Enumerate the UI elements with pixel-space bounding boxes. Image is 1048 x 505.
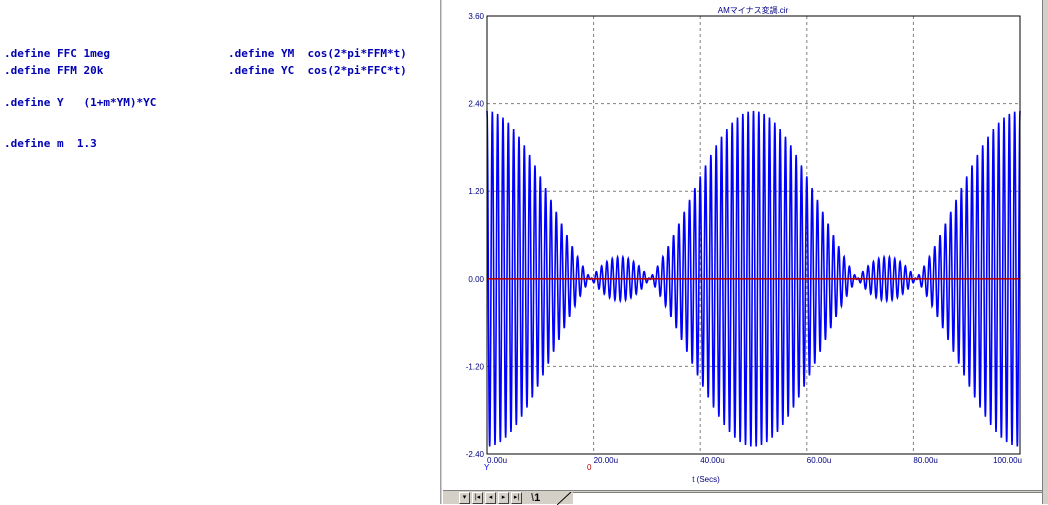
- plot-title: AMマイナス変調.cir: [718, 5, 789, 15]
- x-tick-label: 0.00u: [487, 456, 507, 465]
- define-ffc[interactable]: .define FFC 1meg: [4, 47, 110, 60]
- transient-plot[interactable]: AMマイナス変調.cir 3.602.401.200.00-1.20-2.40 …: [443, 0, 1048, 490]
- y-tick-label: -2.40: [466, 450, 485, 459]
- x-tick-labels: 0.00u 20.00u 40.00u 60.00u 80.00u 100.00u: [487, 456, 1022, 465]
- x-tick-label: 80.00u: [913, 456, 937, 465]
- x-tick-label: 20.00u: [594, 456, 618, 465]
- series-label-y: Y: [484, 463, 490, 472]
- y-tick-label: 2.40: [468, 100, 484, 109]
- plot-pane: AMマイナス変調.cir 3.60 2.40 1.20 0.00 -1.20 -2.40 …: [443, 0, 1048, 504]
- y-tick-labels: 3.60 2.40 1.20 0.00 -1.20 -2.40: [466, 12, 485, 459]
- tab-prev-button[interactable]: ◂: [485, 492, 496, 504]
- page-tab-bar: ▾ |◂ ◂ ▸ ▸| \1: [443, 490, 1042, 505]
- x-axis-label: t (Secs): [692, 475, 720, 484]
- define-m[interactable]: .define m 1.3: [4, 137, 97, 150]
- y-tick-label: 0.00: [468, 275, 484, 284]
- y-tick-label: 3.60: [468, 12, 484, 21]
- define-yc[interactable]: .define YC cos(2*pi*FFC*t): [228, 64, 407, 77]
- tab-menu-button[interactable]: ▾: [459, 492, 470, 504]
- x-tick-label: 100.00u: [993, 456, 1022, 465]
- x-tick-label: 40.00u: [700, 456, 724, 465]
- tab-scrollbar[interactable]: [573, 492, 1042, 504]
- x-tick-label: 60.00u: [807, 456, 831, 465]
- tab-next-button[interactable]: ▸: [498, 492, 509, 504]
- y-tick-label: -1.20: [466, 362, 485, 371]
- define-ffm[interactable]: .define FFM 20k: [4, 64, 103, 77]
- y-tick-label: 1.20: [468, 187, 484, 196]
- series-label-zero: 0: [587, 463, 592, 472]
- window-border: [1042, 0, 1048, 504]
- schematic-text-area[interactable]: .define FFC 1meg .define FFM 20k .define…: [0, 0, 440, 504]
- plot-frame: [486, 15, 1021, 455]
- define-ym[interactable]: .define YM cos(2*pi*FFM*t): [228, 47, 407, 60]
- plot-grid: [487, 16, 1020, 454]
- tab-edge-icon: [557, 492, 572, 505]
- tab-first-button[interactable]: |◂: [472, 492, 483, 504]
- define-y[interactable]: .define Y (1+m*YM)*YC: [4, 96, 156, 109]
- tab-last-button[interactable]: ▸|: [511, 492, 522, 504]
